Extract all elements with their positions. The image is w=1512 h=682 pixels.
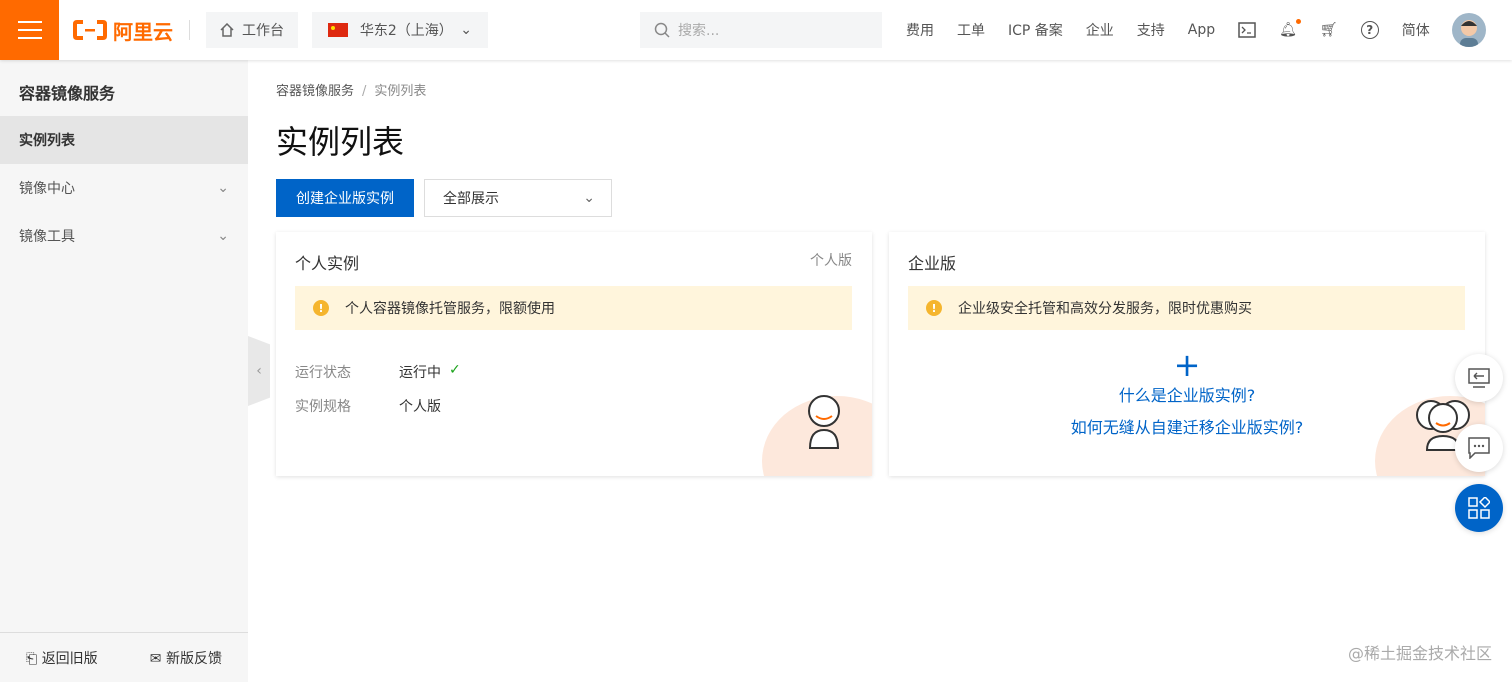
info-alert: ! 企业级安全托管和高效分发服务，限时优惠购买 <box>908 286 1465 330</box>
region-selector[interactable]: 华东2（上海） ⌄ <box>312 12 488 48</box>
workbench-label: 工作台 <box>242 23 284 39</box>
chevron-down-icon: ⌄ <box>460 22 472 38</box>
sidebar-item-label: 镜像工具 <box>19 229 75 245</box>
return-old-label: 返回旧版 <box>41 650 98 667</box>
chevron-left-icon: ‹ <box>256 363 262 379</box>
main-content: 容器镜像服务 / 实例列表 实例列表 创建企业版实例 全部展示 ⌄ <box>276 60 612 217</box>
info-alert: ! 个人容器镜像托管服务，限额使用 <box>295 286 852 330</box>
top-nav: 费用 工单 ICP 备案 企业 支持 App 🔔︎ 🛒︎ ? 简体 <box>906 19 1430 40</box>
what-is-enterprise-link[interactable]: 什么是企业版实例? <box>889 380 1485 412</box>
search-input[interactable]: 搜索... <box>640 12 882 48</box>
personal-instance-card[interactable]: 个人实例 个人版 ! 个人容器镜像托管服务，限额使用 运行状态 运行中 ✓ 实例规格 个… <box>276 232 872 476</box>
warning-icon: ! <box>313 300 329 316</box>
apps-grid-icon <box>1468 497 1490 519</box>
chat-icon <box>1468 437 1490 459</box>
filter-select[interactable]: 全部展示 ⌄ <box>424 179 612 217</box>
sidebar-item-label: 镜像中心 <box>19 181 75 197</box>
return-old-version-button[interactable]: ⎗ 返回旧版 <box>26 648 98 668</box>
card-title: 企业版 <box>908 254 957 273</box>
sidebar-item-instances[interactable]: 实例列表 <box>0 116 248 164</box>
nav-icp[interactable]: ICP 备案 <box>1008 20 1063 40</box>
language-switch[interactable]: 简体 <box>1402 20 1430 40</box>
chat-fab[interactable] <box>1455 424 1503 472</box>
nav-billing[interactable]: 费用 <box>906 20 934 40</box>
nav-app[interactable]: App <box>1188 22 1215 38</box>
sidebar-footer: ⎗ 返回旧版 ✉ 新版反馈 <box>0 632 248 682</box>
return-old-version-fab[interactable] <box>1455 354 1503 402</box>
terminal-icon[interactable] <box>1238 22 1256 38</box>
sidebar-item-image-center[interactable]: 镜像中心 ⌄ <box>0 164 248 212</box>
cart-icon[interactable]: 🛒︎ <box>1320 22 1338 38</box>
avatar[interactable] <box>1451 13 1486 47</box>
apps-fab[interactable] <box>1455 484 1503 532</box>
feedback-button[interactable]: ✉ 新版反馈 <box>150 648 222 668</box>
warning-icon: ! <box>926 300 942 316</box>
card-title: 个人实例 <box>295 254 360 273</box>
china-flag-icon <box>328 23 348 37</box>
alert-text: 个人容器镜像托管服务，限额使用 <box>345 301 555 317</box>
menu-button[interactable] <box>0 0 59 60</box>
chevron-down-icon: ⌄ <box>217 180 229 196</box>
create-enterprise-instance-button[interactable]: 创建企业版实例 <box>276 179 414 217</box>
monitor-arrow-icon <box>1468 368 1490 388</box>
nav-enterprise[interactable]: 企业 <box>1086 20 1114 40</box>
status-value: 运行中 <box>399 365 441 381</box>
breadcrumb-separator: / <box>362 84 367 99</box>
search-icon <box>654 22 670 38</box>
top-bar: 阿里云 工作台 华东2（上海） ⌄ 搜索... 费用 工单 ICP 备案 企业 … <box>0 0 1512 60</box>
enterprise-card[interactable]: 企业版 ! 企业级安全托管和高效分发服务，限时优惠购买 + 什么是企业版实例? 如… <box>889 232 1485 476</box>
breadcrumb-item[interactable]: 容器镜像服务 <box>276 84 354 99</box>
feedback-label: 新版反馈 <box>165 650 222 667</box>
chevron-down-icon: ⌄ <box>583 190 595 206</box>
help-icon[interactable]: ? <box>1360 21 1379 39</box>
home-icon <box>220 23 234 37</box>
spec-value: 个人版 <box>399 399 441 415</box>
sidebar-title: 容器镜像服务 <box>19 84 116 103</box>
alert-text: 企业级安全托管和高效分发服务，限时优惠购买 <box>958 301 1252 317</box>
sidebar-item-image-tools[interactable]: 镜像工具 ⌄ <box>0 212 248 260</box>
divider <box>189 20 190 40</box>
chevron-down-icon: ⌄ <box>217 228 229 244</box>
sidebar-collapse-button[interactable]: ‹ <box>248 336 270 406</box>
plus-icon[interactable]: + <box>889 349 1485 381</box>
nav-tickets[interactable]: 工单 <box>957 20 985 40</box>
sidebar: 容器镜像服务 实例列表 镜像中心 ⌄ 镜像工具 ⌄ ⎗ 返回旧版 ✉ 新版反馈 <box>0 60 248 682</box>
page-title: 实例列表 <box>276 123 405 161</box>
workbench-button[interactable]: 工作台 <box>206 12 298 48</box>
check-icon: ✓ <box>449 362 461 378</box>
breadcrumb-current: 实例列表 <box>374 84 427 99</box>
bell-icon[interactable]: 🔔︎ <box>1279 19 1301 38</box>
filter-value: 全部展示 <box>443 191 499 207</box>
person-illustration-icon <box>808 395 840 449</box>
breadcrumb: 容器镜像服务 / 实例列表 <box>276 80 612 99</box>
sidebar-item-label: 实例列表 <box>19 133 75 149</box>
logo[interactable]: 阿里云 <box>73 16 190 45</box>
search-placeholder: 搜索... <box>678 23 720 39</box>
aliyun-logo-icon <box>73 20 107 40</box>
edition-tag: 个人版 <box>810 253 852 269</box>
brand-name: 阿里云 <box>113 19 173 44</box>
nav-support[interactable]: 支持 <box>1137 20 1165 40</box>
status-label: 运行状态 <box>295 365 351 381</box>
watermark: @稀土掘金技术社区 <box>1347 644 1492 663</box>
region-label: 华东2（上海） <box>359 23 453 39</box>
spec-label: 实例规格 <box>295 399 351 415</box>
